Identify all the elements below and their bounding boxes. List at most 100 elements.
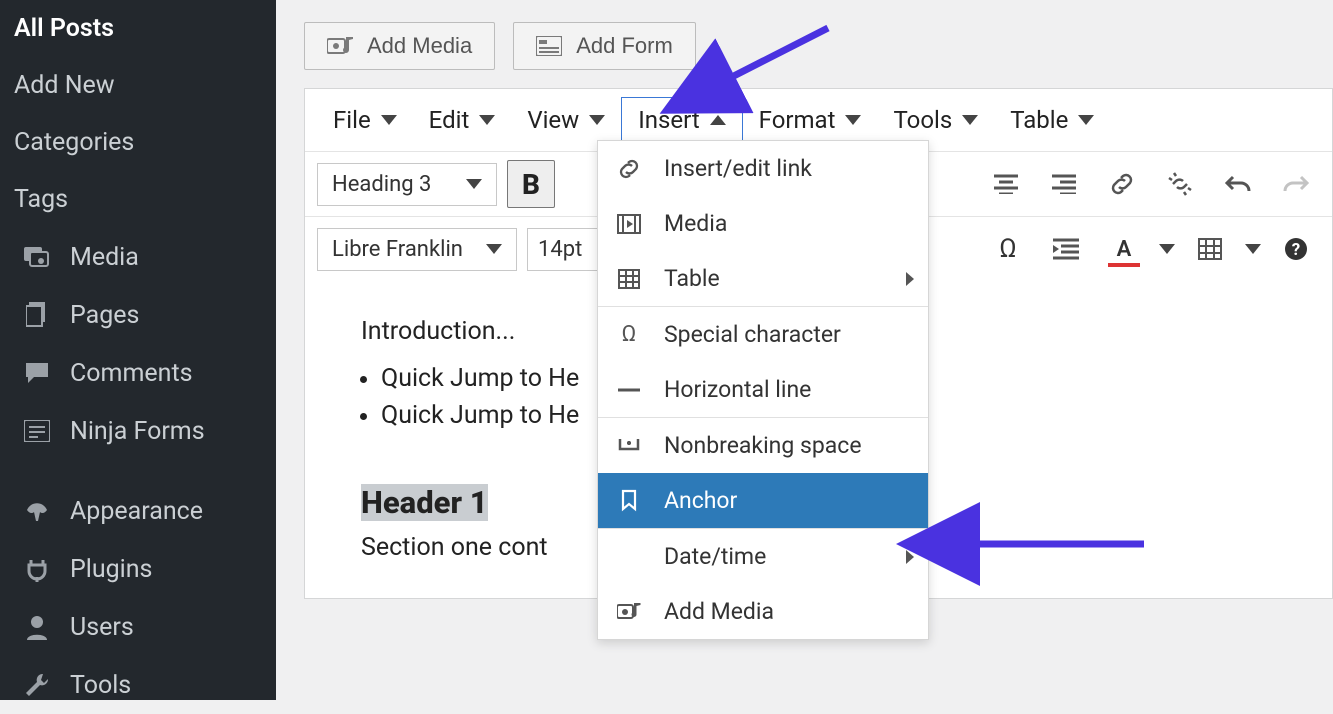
link-icon xyxy=(616,156,642,182)
nbsp-icon xyxy=(616,433,642,459)
chevron-up-icon xyxy=(710,115,726,125)
menu-item-date-time[interactable]: Date/time xyxy=(598,528,928,584)
chevron-down-icon xyxy=(1245,244,1261,254)
menu-item-media[interactable]: Media xyxy=(598,196,928,251)
form-icon xyxy=(536,33,562,59)
sidebar-item-media[interactable]: Media xyxy=(0,228,276,286)
menu-item-label: Date/time xyxy=(664,543,766,570)
sidebar-item-users[interactable]: Users xyxy=(0,598,276,656)
menu-item-label: Table xyxy=(664,265,720,292)
chevron-down-icon xyxy=(845,115,861,125)
menu-item-label: Add Media xyxy=(664,598,774,625)
chevron-down-icon xyxy=(962,115,978,125)
film-icon xyxy=(616,211,642,237)
sidebar-label: Appearance xyxy=(70,497,203,526)
menu-item-label: Nonbreaking space xyxy=(664,432,862,459)
menu-item-special-char[interactable]: Ω Special character xyxy=(598,306,928,362)
text-color-dropdown[interactable] xyxy=(1158,225,1176,273)
button-label: Add Media xyxy=(367,33,472,59)
media-icon xyxy=(22,242,52,272)
menu-item-add-media[interactable]: Add Media xyxy=(598,584,928,639)
camera-music-icon xyxy=(616,599,642,625)
add-form-button[interactable]: Add Form xyxy=(513,22,696,70)
menu-item-label: Special character xyxy=(664,321,841,348)
menu-file[interactable]: File xyxy=(317,98,413,142)
add-media-button[interactable]: Add Media xyxy=(304,22,495,70)
menu-item-label: Anchor xyxy=(664,487,737,514)
sidebar-item-comments[interactable]: Comments xyxy=(0,344,276,402)
users-icon xyxy=(22,612,52,642)
undo-button[interactable] xyxy=(1214,160,1262,208)
plugins-icon xyxy=(22,554,52,584)
sidebar-item-ninja-forms[interactable]: Ninja Forms xyxy=(0,402,276,460)
chevron-down-icon xyxy=(589,115,605,125)
header-1: Header 1 xyxy=(361,484,488,521)
sidebar-label: All Posts xyxy=(14,14,114,43)
appearance-icon xyxy=(22,496,52,526)
sidebar-label: Pages xyxy=(70,301,139,330)
align-right-button[interactable] xyxy=(1040,160,1088,208)
tools-icon xyxy=(22,670,52,700)
help-button[interactable]: ? xyxy=(1272,225,1320,273)
menu-edit[interactable]: Edit xyxy=(413,98,512,142)
sidebar-item-plugins[interactable]: Plugins xyxy=(0,540,276,598)
sidebar-item-categories[interactable]: Categories xyxy=(0,114,276,171)
special-char-button[interactable]: Ω xyxy=(984,225,1032,273)
menu-item-anchor[interactable]: Anchor xyxy=(598,473,928,528)
sidebar-item-tags[interactable]: Tags xyxy=(0,171,276,228)
chevron-down-icon xyxy=(381,115,397,125)
sidebar-label: Plugins xyxy=(70,555,152,584)
text-color-button[interactable]: A xyxy=(1100,225,1148,273)
table-icon xyxy=(616,266,642,292)
menu-item-horizontal-line[interactable]: Horizontal line xyxy=(598,362,928,417)
menu-view[interactable]: View xyxy=(511,98,621,142)
chevron-down-icon xyxy=(1078,115,1094,125)
chevron-down-icon xyxy=(466,179,482,189)
sidebar-label: Ninja Forms xyxy=(70,417,205,446)
align-center-button[interactable] xyxy=(982,160,1030,208)
sidebar-label: Users xyxy=(70,613,134,642)
form-icon xyxy=(22,416,52,446)
bold-button[interactable]: B xyxy=(507,160,555,208)
sidebar-item-add-new[interactable]: Add New xyxy=(0,57,276,114)
omega-icon: Ω xyxy=(616,322,642,348)
menu-item-label: Horizontal line xyxy=(664,376,811,403)
menu-tools[interactable]: Tools xyxy=(877,98,994,142)
font-size-select[interactable]: 14pt xyxy=(527,228,607,271)
menu-table[interactable]: Table xyxy=(994,98,1110,142)
sidebar-label: Categories xyxy=(14,128,134,157)
link-button[interactable] xyxy=(1098,160,1146,208)
comments-icon xyxy=(22,358,52,388)
indent-button[interactable] xyxy=(1042,225,1090,273)
menu-item-insert-link[interactable]: Insert/edit link xyxy=(598,141,928,196)
svg-text:?: ? xyxy=(1292,240,1300,260)
chevron-down-icon xyxy=(479,115,495,125)
sidebar-item-all-posts[interactable]: All Posts xyxy=(0,0,276,57)
anchor-icon xyxy=(616,488,642,514)
menu-format[interactable]: Format xyxy=(743,98,878,142)
unlink-button[interactable] xyxy=(1156,160,1204,208)
annotation-arrow-insert xyxy=(700,20,840,100)
menu-insert[interactable]: Insert xyxy=(621,97,742,143)
redo-button[interactable] xyxy=(1272,160,1320,208)
table-dropdown[interactable] xyxy=(1244,225,1262,273)
sidebar-label: Media xyxy=(70,243,139,272)
sidebar-item-tools[interactable]: Tools xyxy=(0,656,276,714)
menu-item-table[interactable]: Table xyxy=(598,251,928,306)
annotation-arrow-anchor xyxy=(946,524,1156,564)
sidebar-label: Tags xyxy=(14,185,68,214)
camera-music-icon xyxy=(327,33,353,59)
table-button[interactable] xyxy=(1186,225,1234,273)
menu-item-label: Media xyxy=(664,210,727,237)
pages-icon xyxy=(22,300,52,330)
menu-item-nonbreaking-space[interactable]: Nonbreaking space xyxy=(598,417,928,473)
menu-item-label: Insert/edit link xyxy=(664,155,812,182)
sidebar-item-appearance[interactable]: Appearance xyxy=(0,482,276,540)
sidebar-item-pages[interactable]: Pages xyxy=(0,286,276,344)
chevron-down-icon xyxy=(486,244,502,254)
paragraph-style-select[interactable]: Heading 3 xyxy=(317,163,497,206)
font-family-select[interactable]: Libre Franklin xyxy=(317,228,517,271)
chevron-down-icon xyxy=(1159,244,1175,254)
insert-dropdown-menu: Insert/edit link Media Table Ω Special c… xyxy=(597,140,929,640)
sidebar-label: Tools xyxy=(70,671,131,700)
